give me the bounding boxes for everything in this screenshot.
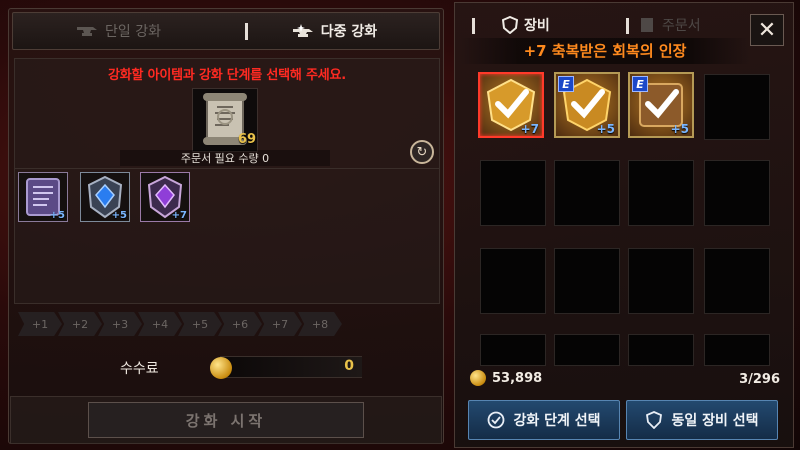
level-step[interactable]: +3 (98, 312, 142, 336)
inventory-slot-empty[interactable] (704, 74, 770, 140)
select-level-button[interactable]: 강화 단계 선택 (468, 400, 620, 440)
tab-multi-enhance[interactable]: 다중 강화 (227, 13, 441, 49)
equipped-badge: E (558, 76, 574, 92)
tab-separator (626, 18, 629, 34)
item-level: +5 (670, 122, 689, 136)
equipped-badge: E (632, 76, 648, 92)
inventory-slot[interactable]: E +5 (628, 72, 694, 138)
divider (14, 168, 440, 169)
selected-item-slot[interactable]: +7 (140, 172, 190, 222)
close-button[interactable]: ✕ (750, 14, 784, 46)
level-step[interactable]: +8 (298, 312, 342, 336)
selected-item-slot[interactable]: +5 (80, 172, 130, 222)
inventory-slot-empty[interactable] (480, 160, 546, 226)
refresh-icon: ↻ (416, 144, 428, 160)
level-step[interactable]: +5 (178, 312, 222, 336)
tab-multi-label: 다중 강화 (320, 24, 378, 40)
select-level-label: 강화 단계 선택 (513, 413, 601, 429)
selected-item-slot[interactable]: +5 (18, 172, 68, 222)
enhance-mode-tabs: 단일 강화 다중 강화 (12, 12, 440, 50)
instruction-text: 강화할 아이템과 강화 단계를 선택해 주세요. (107, 68, 347, 83)
close-icon: ✕ (757, 17, 777, 43)
anvil-sparkle-icon (292, 24, 313, 37)
level-step[interactable]: +1 (18, 312, 62, 336)
selected-item-name: +7 축복받은 회복의 인장 (460, 38, 750, 64)
level-step[interactable]: +4 (138, 312, 182, 336)
inventory-slot-empty[interactable] (554, 248, 620, 314)
tab-equipment[interactable]: 장비 (502, 10, 550, 40)
inventory-slot[interactable]: +7 (478, 72, 544, 138)
tab-single-label: 단일 강화 (105, 24, 161, 40)
check-circle-icon (488, 411, 505, 429)
tab-single-enhance[interactable]: 단일 강화 (13, 13, 223, 49)
item-level: +5 (596, 122, 615, 136)
fee-value: 0 (344, 358, 354, 374)
item-level: +5 (49, 210, 65, 221)
item-level: +7 (520, 122, 539, 136)
scroll-tab-icon (641, 18, 653, 32)
item-level: +7 (171, 210, 187, 221)
level-step[interactable]: +2 (58, 312, 102, 336)
gold-display: 53,898 (470, 370, 542, 386)
gold-coin-icon (470, 370, 486, 386)
inventory-slot-empty[interactable] (480, 334, 546, 366)
item-level: +5 (111, 210, 127, 221)
fee-label: 수수료 (120, 361, 159, 377)
select-same-equipment-button[interactable]: 동일 장비 선택 (626, 400, 778, 440)
tab-scroll[interactable]: 주문서 (638, 10, 701, 40)
inventory-slot-empty[interactable] (704, 248, 770, 314)
inventory-slot-empty[interactable] (554, 334, 620, 366)
inventory-capacity: 3/296 (739, 372, 780, 387)
enhance-level-bar: +1 +2 +3 +4 +5 +6 +7 +8 (14, 308, 440, 338)
anvil-icon (77, 27, 97, 36)
scroll-count: 69 (238, 132, 257, 147)
shield-icon (502, 16, 518, 34)
shield-icon (646, 411, 663, 429)
select-same-equipment-label: 동일 장비 선택 (671, 413, 759, 429)
level-step[interactable]: +6 (218, 312, 262, 336)
inventory-slot-empty[interactable] (628, 248, 694, 314)
inventory-slot-empty[interactable] (704, 334, 770, 366)
start-enhance-button[interactable]: 강화 시작 (88, 402, 364, 438)
gold-amount: 53,898 (492, 370, 543, 386)
inventory-slot[interactable]: E +5 (554, 72, 620, 138)
gold-coin-icon (210, 357, 232, 379)
inventory-slot-empty[interactable] (480, 248, 546, 314)
inventory-tabs: 장비 주문서 (462, 10, 744, 40)
level-step[interactable]: +7 (258, 312, 302, 336)
refresh-button[interactable]: ↻ (410, 140, 434, 164)
inventory-slot-empty[interactable] (628, 334, 694, 366)
tab-equipment-label: 장비 (524, 18, 550, 34)
inventory-slot-empty[interactable] (628, 160, 694, 226)
scroll-required-label: 주문서 필요 수량 0 (120, 150, 330, 166)
inventory-slot-empty[interactable] (554, 160, 620, 226)
inventory-slot-empty[interactable] (704, 160, 770, 226)
tab-separator (472, 18, 475, 34)
tab-scroll-label: 주문서 (662, 18, 701, 34)
